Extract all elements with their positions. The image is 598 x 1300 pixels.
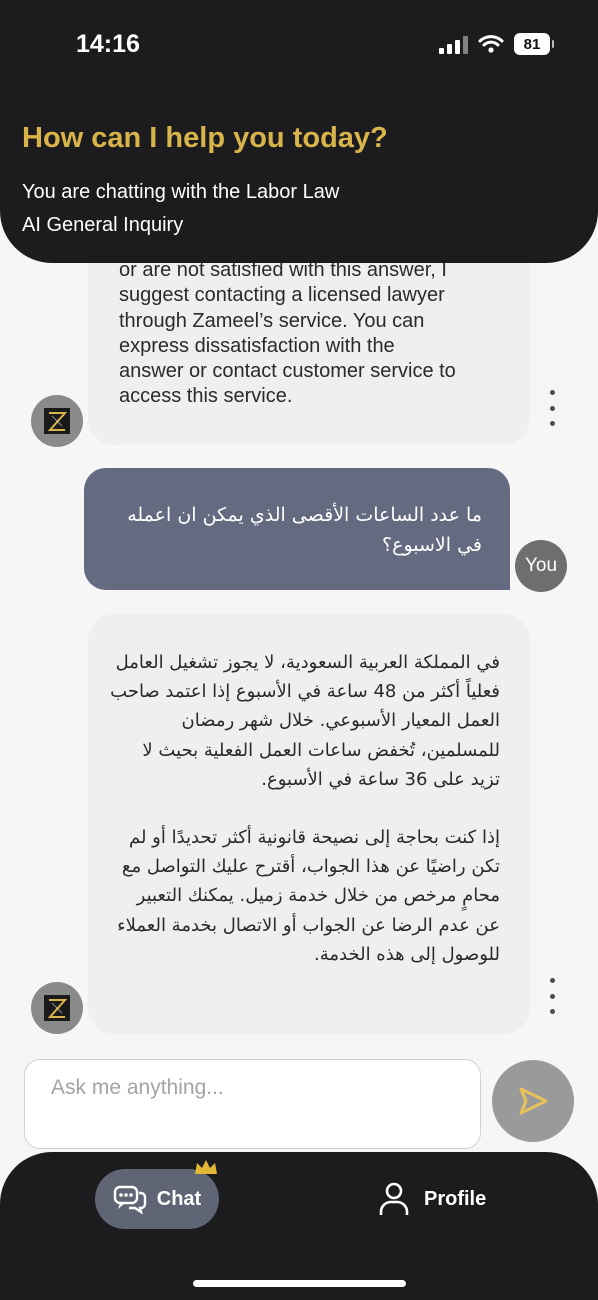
user-avatar: You [515, 540, 567, 592]
bot-avatar-logo-icon [44, 995, 70, 1021]
signal-icon [439, 34, 468, 54]
send-icon [519, 1087, 548, 1115]
message-input[interactable] [24, 1059, 481, 1149]
nav-profile-label: Profile [424, 1187, 487, 1210]
chat-bubbles-icon [113, 1185, 146, 1214]
user-message-text: ما عدد الساعات الأقصى الذي يمكن ان اعمله… [127, 504, 482, 556]
send-button[interactable] [492, 1060, 574, 1142]
assistant-message-text: or are not satisfied with this answer, I… [119, 259, 456, 408]
assistant-paragraph: إذا كنت بحاجة إلى نصيحة قانونية أكثر تحد… [117, 827, 500, 965]
assistant-paragraph: في المملكة العربية السعودية، لا يجوز تشغ… [110, 652, 500, 790]
page-subtitle: You are chatting with the Labor Law AI G… [22, 181, 340, 236]
assistant-avatar [31, 395, 83, 447]
home-indicator[interactable] [193, 1280, 406, 1287]
nav-chat-label: Chat [156, 1187, 202, 1210]
assistant-message-text: في المملكة العربية السعودية، لا يجوز تشغ… [110, 648, 500, 969]
bottom-navigation [0, 1152, 598, 1300]
bot-avatar-logo-icon [44, 408, 70, 434]
battery-icon: 81 [514, 33, 554, 55]
more-options-icon[interactable] [545, 390, 559, 426]
crown-icon [195, 1160, 217, 1174]
page-title: How can I help you today? [22, 122, 388, 154]
more-options-icon[interactable] [545, 978, 559, 1014]
nav-tab-profile[interactable]: Profile [378, 1178, 486, 1220]
status-time: 14:16 [76, 30, 140, 58]
wifi-icon [478, 35, 504, 53]
app-header: 14:16 81 How can I help you today? You a… [0, 0, 598, 263]
nav-tab-chat[interactable]: Chat [95, 1169, 219, 1229]
status-indicators: 81 [439, 33, 554, 55]
assistant-avatar [31, 982, 83, 1034]
profile-icon [379, 1182, 409, 1215]
